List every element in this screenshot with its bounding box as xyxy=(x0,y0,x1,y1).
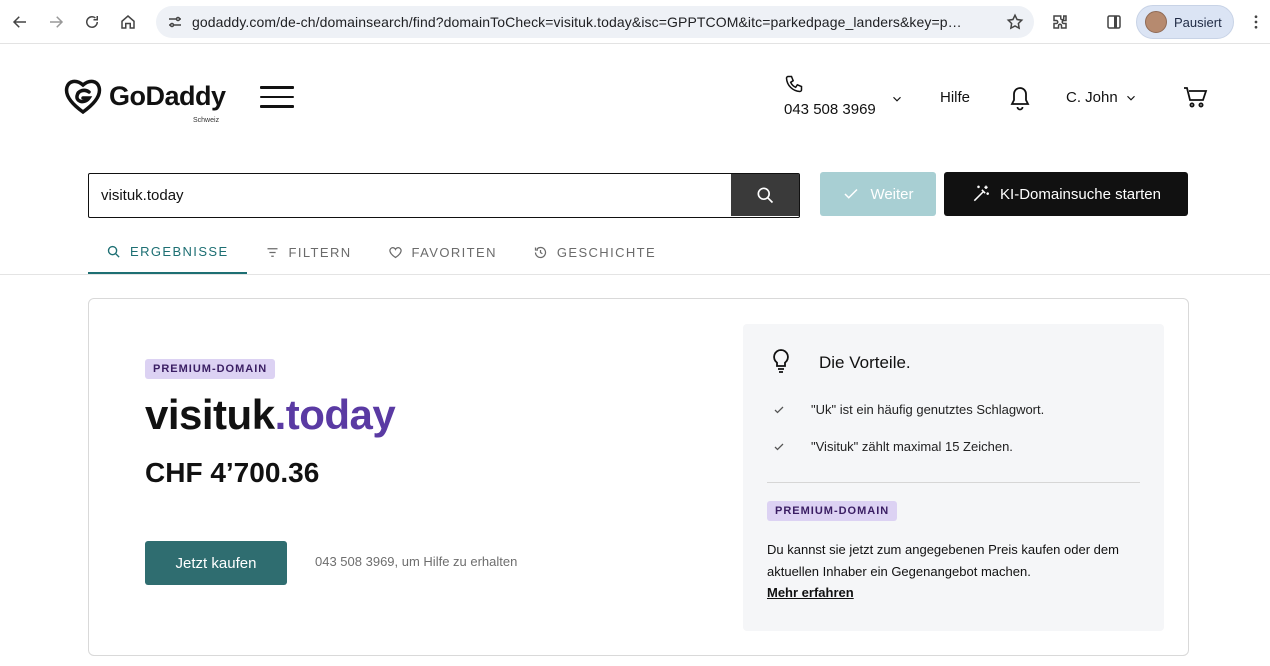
premium-domain-badge: PREMIUM-DOMAIN xyxy=(145,359,276,379)
domain-search-input[interactable] xyxy=(101,174,721,216)
search-button[interactable] xyxy=(731,174,799,216)
learn-more-link[interactable]: Mehr erfahren xyxy=(767,585,854,600)
ai-domain-search-button[interactable]: KI-Domainsuche starten xyxy=(944,172,1188,216)
godaddy-logo[interactable]: GoDaddy xyxy=(63,76,226,116)
back-arrow-icon[interactable] xyxy=(8,10,32,34)
result-tabs: ERGEBNISSE FILTERN FAVORITEN GESCHICHTE xyxy=(88,230,674,274)
check-icon xyxy=(774,443,784,450)
domain-sld: visituk xyxy=(145,391,275,438)
tab-label: GESCHICHTE xyxy=(556,244,657,260)
benefit-text: "Visituk" zählt maximal 15 Zeichen. xyxy=(811,439,1013,454)
menu-dots-icon[interactable] xyxy=(1244,10,1268,34)
phone-contact[interactable]: 043 508 3969 xyxy=(784,74,901,118)
profile-label: Pausiert xyxy=(1174,14,1222,30)
domain-name: visituk.today xyxy=(145,391,396,439)
hamburger-menu-icon[interactable] xyxy=(260,86,294,108)
domain-tld: .today xyxy=(274,391,396,438)
profile-chip[interactable]: Pausiert xyxy=(1136,5,1234,39)
tab-favoriten[interactable]: FAVORITEN xyxy=(370,230,515,274)
benefits-title: Die Vorteile. xyxy=(819,353,911,372)
check-icon xyxy=(844,188,858,199)
weiter-button[interactable]: Weiter xyxy=(820,172,936,216)
logo-text: GoDaddy xyxy=(109,80,226,111)
user-name: C. John xyxy=(1066,89,1118,106)
chevron-down-icon xyxy=(893,96,901,102)
history-icon xyxy=(534,246,546,258)
cart-icon[interactable] xyxy=(1182,85,1208,109)
tab-label: FILTERN xyxy=(288,244,352,260)
buy-now-button[interactable]: Jetzt kaufen xyxy=(145,541,287,585)
premium-description: Du kannst sie jetzt zum angegebenen Prei… xyxy=(767,542,1119,579)
magic-wand-icon xyxy=(973,185,989,202)
domain-price: CHF 4’700.36 xyxy=(145,457,320,488)
notification-bell-icon[interactable] xyxy=(1008,85,1032,111)
bookmark-star-icon[interactable] xyxy=(1006,13,1024,31)
browser-toolbar: godaddy.com/de-ch/domainsearch/find?doma… xyxy=(0,0,1270,44)
side-panel-icon[interactable] xyxy=(1102,10,1126,34)
search-icon xyxy=(757,187,774,204)
godaddy-heart-icon xyxy=(64,79,102,114)
tab-geschichte[interactable]: GESCHICHTE xyxy=(515,230,674,274)
filter-icon xyxy=(267,247,278,257)
forward-arrow-icon[interactable] xyxy=(44,10,68,34)
lightbulb-icon xyxy=(773,349,789,373)
benefit-item: "Uk" ist ein häufig genutztes Schlagwort… xyxy=(773,402,1044,417)
domain-result-card: PREMIUM-DOMAIN visituk.today CHF 4’700.3… xyxy=(88,298,1189,656)
tab-filtern[interactable]: FILTERN xyxy=(247,230,370,274)
benefits-panel: Die Vorteile. "Uk" ist ein häufig genutz… xyxy=(743,324,1164,631)
heart-icon xyxy=(388,246,402,258)
phone-icon xyxy=(785,75,803,93)
address-bar[interactable]: godaddy.com/de-ch/domainsearch/find?doma… xyxy=(156,6,1034,38)
site-settings-icon[interactable] xyxy=(166,13,184,31)
benefits-divider xyxy=(767,482,1140,483)
benefit-text: "Uk" ist ein häufig genutztes Schlagwort… xyxy=(811,402,1045,417)
avatar xyxy=(1145,11,1167,33)
premium-domain-badge: PREMIUM-DOMAIN xyxy=(767,501,898,521)
user-menu[interactable]: C. John xyxy=(1066,89,1138,106)
domain-search-box xyxy=(88,173,800,218)
benefit-item: "Visituk" zählt maximal 15 Zeichen. xyxy=(773,439,1013,454)
search-icon xyxy=(107,245,120,258)
tab-label: ERGEBNISSE xyxy=(130,243,229,259)
phone-number: 043 508 3969 xyxy=(784,101,876,118)
tab-label: FAVORITEN xyxy=(411,244,497,260)
logo-country: Schweiz xyxy=(193,117,220,124)
tab-ergebnisse[interactable]: ERGEBNISSE xyxy=(88,230,247,274)
home-icon[interactable] xyxy=(116,10,140,34)
reload-icon[interactable] xyxy=(80,10,104,34)
ai-search-label: KI-Domainsuche starten xyxy=(1000,185,1161,203)
extensions-icon[interactable] xyxy=(1048,10,1072,34)
help-phone-text: 043 508 3969, um Hilfe zu erhalten xyxy=(315,554,518,569)
help-link[interactable]: Hilfe xyxy=(940,89,970,106)
chevron-down-icon xyxy=(1126,95,1135,101)
check-icon xyxy=(774,406,784,413)
tabs-divider xyxy=(0,274,1270,275)
url-text[interactable]: godaddy.com/de-ch/domainsearch/find?doma… xyxy=(192,14,992,30)
weiter-label: Weiter xyxy=(870,185,914,203)
